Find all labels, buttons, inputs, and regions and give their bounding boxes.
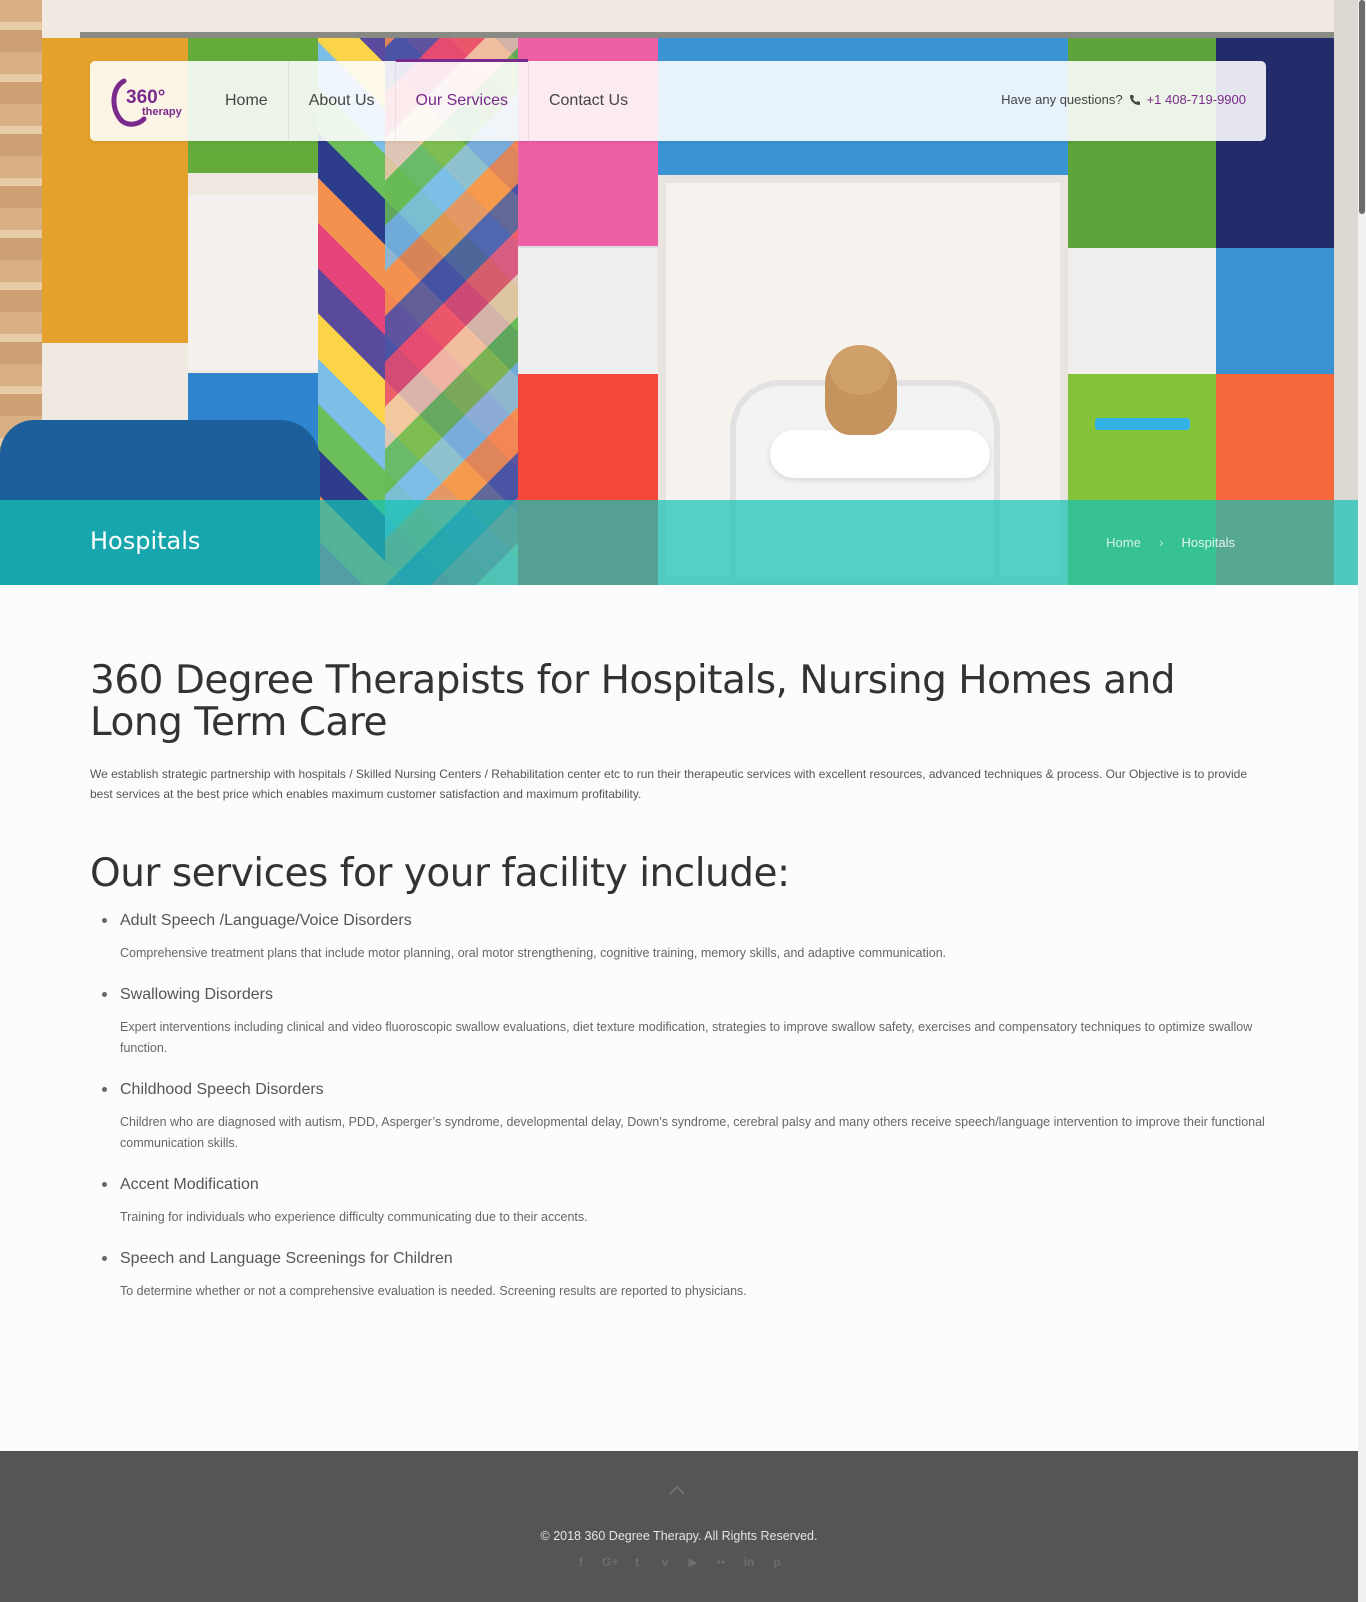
facebook-icon[interactable]: f xyxy=(574,1555,588,1569)
logo-swoosh-icon: 360° therapy xyxy=(111,78,183,127)
logo[interactable]: 360° therapy xyxy=(108,75,186,127)
contact-prompt: Have any questions? xyxy=(1001,92,1123,107)
phone-icon xyxy=(1129,94,1140,105)
site-footer: © 2018 360 Degree Therapy. All Rights Re… xyxy=(0,1451,1358,1602)
service-title: Childhood Speech Disorders xyxy=(120,1081,324,1098)
list-item: Adult Speech /Language/Voice Disorders C… xyxy=(90,908,1265,964)
page-title: Hospitals xyxy=(90,527,201,555)
breadcrumb-current: Hospitals xyxy=(1181,534,1235,550)
google-plus-icon[interactable]: G+ xyxy=(602,1555,618,1569)
list-item: Swallowing Disorders Expert intervention… xyxy=(90,982,1265,1059)
service-title: Swallowing Disorders xyxy=(120,986,273,1003)
main-nav: Home About Us Our Services Contact Us xyxy=(205,59,648,141)
services-list: Adult Speech /Language/Voice Disorders C… xyxy=(90,908,1265,1302)
nav-contact-us[interactable]: Contact Us xyxy=(529,61,648,141)
service-description: To determine whether or not a comprehens… xyxy=(120,1284,747,1298)
copyright-text: © 2018 360 Degree Therapy. All Rights Re… xyxy=(540,1529,818,1543)
main-content: 360 Degree Therapists for Hospitals, Nur… xyxy=(90,660,1265,1320)
chevron-up-icon[interactable] xyxy=(669,1485,685,1495)
logo-number: 360° xyxy=(126,87,165,108)
youtube-icon[interactable]: ▶ xyxy=(686,1555,700,1569)
linkedin-icon[interactable]: in xyxy=(742,1555,756,1569)
social-links: f G+ t v ▶ •• in p xyxy=(0,1555,1358,1569)
logo-word: therapy xyxy=(142,106,183,118)
twitter-icon[interactable]: t xyxy=(630,1555,644,1569)
services-heading: Our services for your facility include: xyxy=(90,851,790,896)
nav-home[interactable]: Home xyxy=(205,61,289,141)
nav-about-us[interactable]: About Us xyxy=(289,61,396,141)
list-item: Childhood Speech Disorders Children who … xyxy=(90,1077,1265,1154)
header-contact: Have any questions? +1 408-719-9900 xyxy=(1001,92,1246,107)
page-scrollbar[interactable] xyxy=(1358,0,1366,1602)
flickr-icon[interactable]: •• xyxy=(714,1555,728,1569)
breadcrumb: Home › Hospitals xyxy=(1106,534,1235,550)
intro-paragraph: We establish strategic partnership with … xyxy=(90,767,1248,801)
breadcrumb-home-link[interactable]: Home xyxy=(1106,535,1141,550)
list-item: Accent Modification Training for individ… xyxy=(90,1172,1265,1228)
phone-link[interactable]: +1 408-719-9900 xyxy=(1147,92,1246,107)
pinterest-icon[interactable]: p xyxy=(770,1555,784,1569)
service-description: Comprehensive treatment plans that inclu… xyxy=(120,946,947,960)
nav-our-services[interactable]: Our Services xyxy=(395,59,529,141)
service-title: Accent Modification xyxy=(120,1176,259,1193)
service-description: Expert interventions including clinical … xyxy=(120,1020,1253,1055)
main-heading: 360 Degree Therapists for Hospitals, Nur… xyxy=(90,658,1176,745)
breadcrumb-separator: › xyxy=(1158,534,1164,550)
site-header: 360° therapy Home About Us Our Services … xyxy=(90,59,1266,141)
service-title: Speech and Language Screenings for Child… xyxy=(120,1250,453,1267)
service-description: Training for individuals who experience … xyxy=(120,1210,588,1224)
vimeo-icon[interactable]: v xyxy=(658,1555,672,1569)
service-description: Children who are diagnosed with autism, … xyxy=(120,1115,1265,1150)
list-item: Speech and Language Screenings for Child… xyxy=(90,1246,1265,1302)
scrollbar-thumb[interactable] xyxy=(1359,0,1365,214)
service-title: Adult Speech /Language/Voice Disorders xyxy=(120,912,412,929)
